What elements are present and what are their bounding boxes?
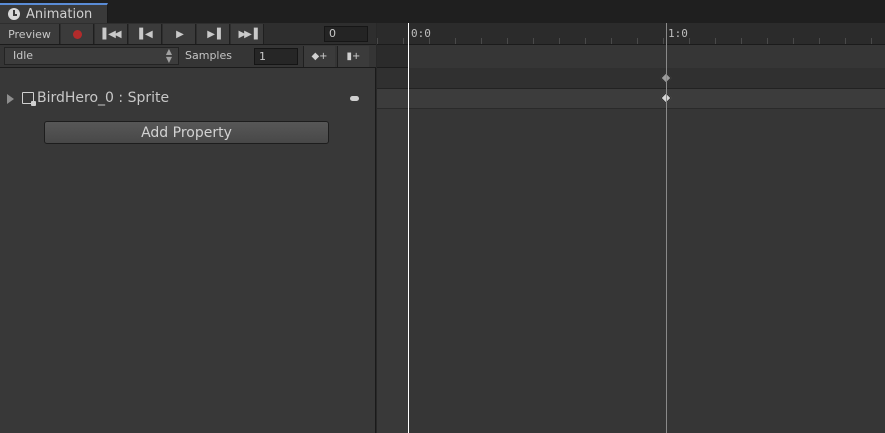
play-button[interactable]: ▶	[163, 24, 196, 44]
clip-toolbar: Idle ▲ ▼ Samples 1 ◆+ ▮+	[0, 45, 376, 68]
expand-arrow-icon[interactable]	[7, 94, 14, 104]
add-keyframe-button[interactable]: ◆+	[303, 46, 335, 67]
clip-end-line	[666, 23, 667, 433]
ruler-label: 0:0	[411, 27, 431, 40]
window-tab-bar: Animation	[0, 0, 885, 23]
clip-selector[interactable]: Idle ▲ ▼	[4, 47, 179, 65]
clip-name: Idle	[13, 49, 34, 62]
ruler-ticks	[377, 38, 885, 44]
tab-animation[interactable]: Animation	[0, 3, 108, 23]
dopesheet-timeline[interactable]: 0:0 1:0	[377, 23, 885, 433]
record-icon	[72, 29, 82, 39]
clock-icon	[8, 8, 20, 20]
time-ruler[interactable]: 0:0 1:0	[377, 23, 885, 45]
updown-arrows-icon: ▲ ▼	[165, 47, 172, 64]
last-keyframe-icon: ▶▶▐	[238, 28, 257, 40]
next-keyframe-button[interactable]: ▶▐	[197, 24, 230, 44]
summary-keyframe-row[interactable]	[377, 68, 885, 89]
property-options-icon[interactable]	[350, 96, 359, 101]
first-keyframe-button[interactable]: ▌◀◀	[95, 24, 128, 44]
current-frame-field[interactable]: 0	[324, 26, 368, 42]
last-keyframe-button[interactable]: ▶▶▐	[231, 24, 264, 44]
add-keyframe-icon: ◆+	[311, 51, 328, 62]
playback-toolbar: Preview ▌◀◀ ▌◀ ▶ ▶▐ ▶▶▐ 0	[0, 23, 376, 45]
sprite-renderer-icon	[22, 92, 36, 106]
add-property-button[interactable]: Add Property	[44, 121, 329, 144]
property-label: BirdHero_0 : Sprite	[37, 90, 170, 106]
samples-label: Samples	[185, 49, 232, 62]
add-event-icon: ▮+	[346, 51, 361, 62]
tab-animation-label: Animation	[26, 6, 93, 22]
first-keyframe-icon: ▌◀◀	[102, 28, 121, 40]
ruler-label: 1:0	[668, 27, 688, 40]
play-icon: ▶	[176, 28, 184, 40]
property-keyframe-row[interactable]	[377, 89, 885, 109]
playhead-line[interactable]	[408, 23, 409, 433]
record-button[interactable]	[61, 24, 94, 44]
property-row[interactable]: BirdHero_0 : Sprite	[0, 89, 376, 109]
preview-button[interactable]: Preview	[0, 24, 60, 44]
next-keyframe-icon: ▶▐	[207, 28, 220, 40]
previous-keyframe-button[interactable]: ▌◀	[129, 24, 162, 44]
animation-hierarchy-panel: Preview ▌◀◀ ▌◀ ▶ ▶▐ ▶▶▐ 0 Idle ▲ ▼ Sample…	[0, 23, 376, 433]
add-event-button[interactable]: ▮+	[337, 46, 369, 67]
samples-field[interactable]: 1	[254, 48, 298, 65]
previous-keyframe-icon: ▌◀	[139, 28, 152, 40]
